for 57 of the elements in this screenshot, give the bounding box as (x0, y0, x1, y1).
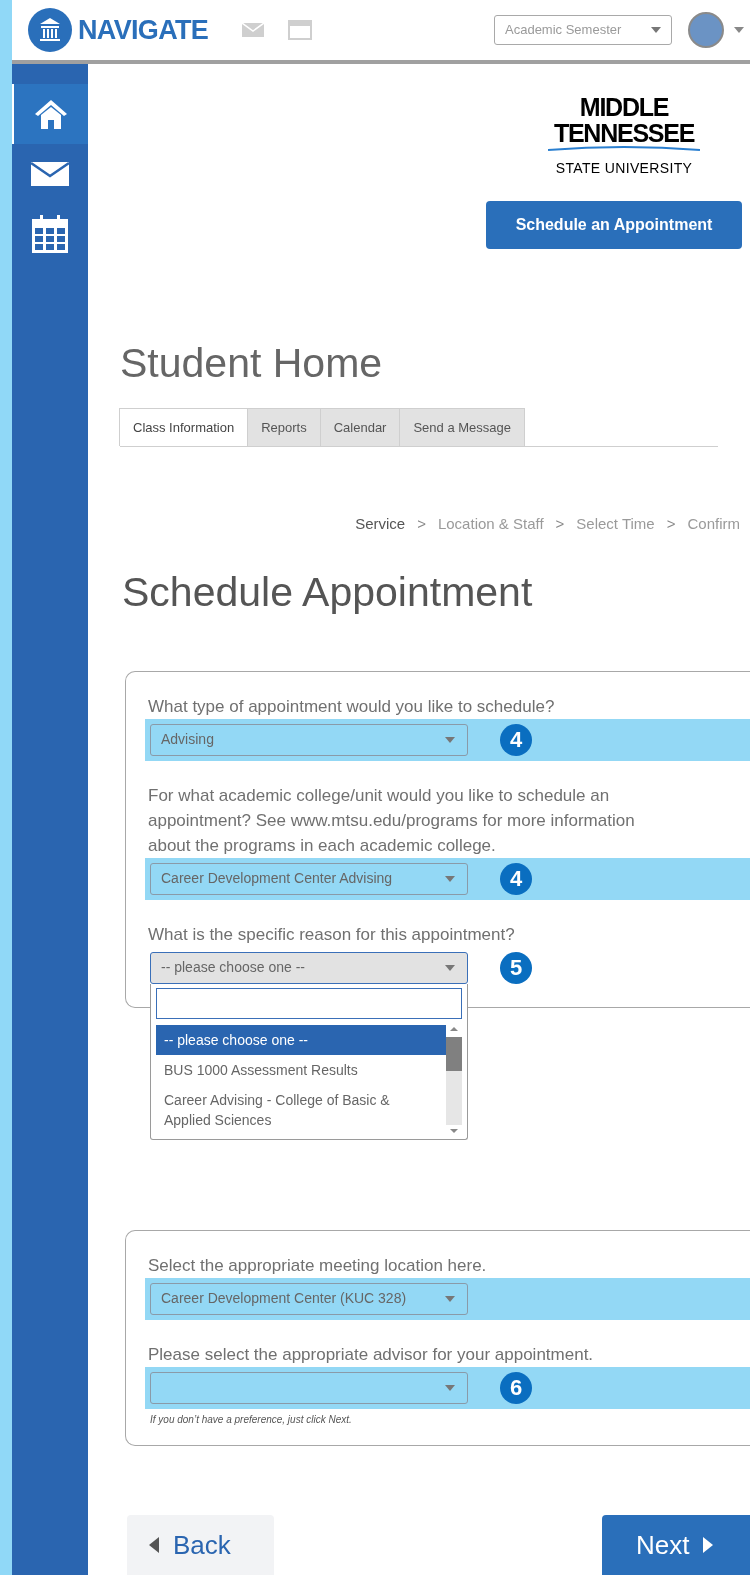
question-label: What type of appointment would you like to schedule? (147, 695, 556, 718)
dropdown-option[interactable]: -- please choose one -- (156, 1024, 446, 1055)
tab[interactable]: Calendar (319, 408, 401, 446)
step-badge: 5 (500, 951, 532, 984)
scrollbar[interactable] (446, 1024, 462, 1135)
step-badge: 6 (500, 1371, 532, 1404)
caret-icon (445, 875, 455, 882)
dropdown-option[interactable]: BUS 1000 Assessment Results (156, 1054, 446, 1085)
select-field[interactable] (150, 1371, 468, 1404)
caret-icon[interactable] (734, 27, 744, 33)
schedule-appointment-button[interactable]: Schedule an Appointment (486, 201, 742, 249)
select-field[interactable]: -- please choose one -- (150, 951, 468, 984)
breadcrumb-step: Service (355, 513, 406, 536)
select-field[interactable]: Advising (150, 723, 468, 756)
question-label: What is the specific reason for this appointment? (147, 923, 516, 946)
select-field[interactable]: Career Development Center (KUC 328) (150, 1282, 468, 1315)
question-label: Please select the appropriate advisor for your appointment. (147, 1343, 595, 1366)
hint-text: If you don’t have a preference, just click Next. (149, 1412, 353, 1427)
calendar-icon (32, 215, 68, 253)
caret-icon (445, 1295, 455, 1302)
logo-text: TENNESSEE (553, 120, 695, 146)
breadcrumb-step: Select Time (576, 513, 655, 536)
caret-icon (651, 27, 661, 33)
breadcrumb-separator: > (417, 514, 426, 534)
select-field[interactable]: Career Development Center Advising (150, 862, 468, 895)
step-badge: 4 (500, 862, 532, 895)
logo-text: MIDDLE (579, 94, 669, 120)
mail-icon (31, 162, 69, 186)
caret-right-icon (703, 1537, 714, 1553)
form-title: Schedule Appointment (122, 571, 534, 613)
page-title: Student Home (120, 343, 384, 384)
tab[interactable]: Class Information (119, 408, 249, 446)
tab[interactable]: Reports (247, 408, 321, 446)
navigate-logo-icon (28, 8, 72, 52)
breadcrumb-separator: > (555, 514, 565, 534)
tab[interactable]: Send a Message (399, 408, 526, 446)
back-button[interactable]: Back (127, 1515, 274, 1575)
semester-select[interactable]: Academic Semester (494, 15, 672, 45)
breadcrumb-step: Location & Staff (437, 513, 544, 536)
step-badge: 4 (500, 723, 532, 756)
caret-icon (445, 1384, 455, 1391)
search-field[interactable] (156, 987, 462, 1019)
brand-name: NAVIGATE (78, 13, 209, 47)
question-label: For what academic college/unit would you like to schedule an appointment? See www.mtsu.edu/programs for more information about the programs in each academic college. (147, 784, 636, 857)
next-button[interactable]: Next (602, 1515, 750, 1575)
dropdown-option[interactable]: Career Advising - College of Basic & Applied Sciences (156, 1084, 446, 1135)
home-nav-item[interactable] (12, 84, 88, 144)
wave-icon (548, 146, 700, 152)
question-label: Select the appropriate meeting location here. (147, 1254, 488, 1277)
avatar[interactable] (688, 12, 724, 48)
caret-icon (445, 736, 455, 743)
home-icon (34, 98, 68, 130)
caret-left-icon (149, 1537, 159, 1553)
breadcrumb-separator: > (666, 514, 676, 534)
logo-text: STATE UNIVERSITY (555, 159, 693, 178)
caret-icon (445, 964, 455, 971)
breadcrumb-step: Confirm (687, 513, 740, 536)
